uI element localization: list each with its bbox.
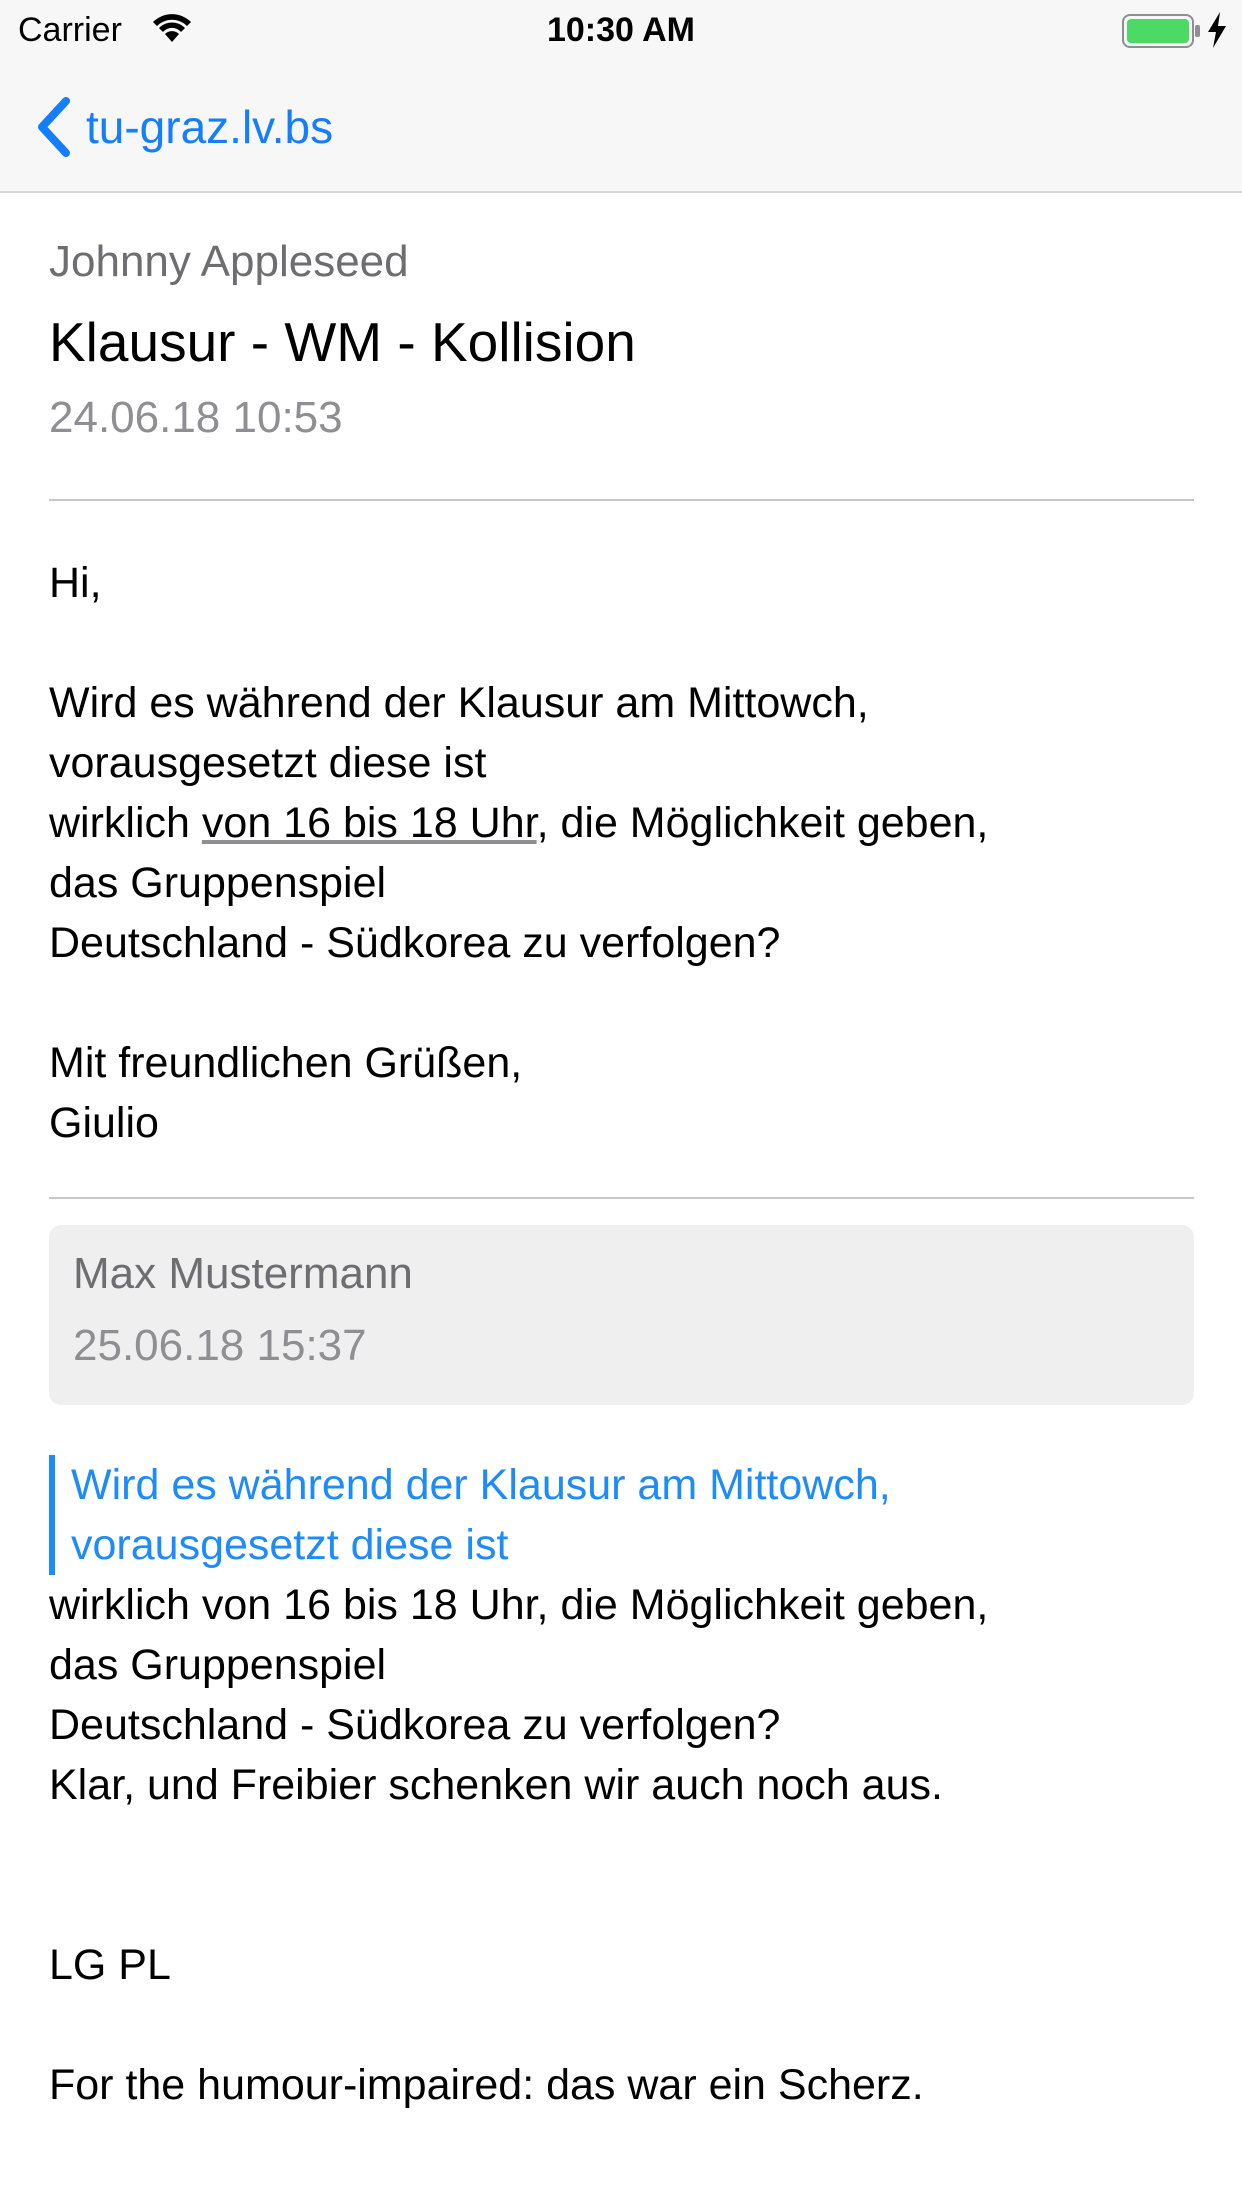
- body-line: Deutschland - Südkorea zu verfolgen?: [49, 919, 781, 967]
- reply-line: das Gruppenspiel: [49, 1641, 387, 1689]
- battery-icon: [1122, 14, 1200, 48]
- message-subject: Klausur - WM - Kollision: [49, 311, 636, 373]
- body-text-span: , die Möglichkeit geben,: [536, 799, 989, 847]
- reply-signoff: LG PL: [49, 1941, 171, 1989]
- quote-line: Wird es während der Klausur am Mittowch,: [71, 1461, 891, 1509]
- back-button[interactable]: tu-graz.lv.bs: [34, 92, 333, 162]
- reply-author: Max Mustermann: [73, 1249, 413, 1298]
- quote-line: vorausgesetzt diese ist: [71, 1521, 509, 1569]
- divider: [49, 499, 1194, 501]
- time-link[interactable]: von 16 bis 18 Uhr: [202, 799, 537, 847]
- reply-body: wirklich von 16 bis 18 Uhr, die Möglichk…: [49, 1575, 1194, 2115]
- reply-line: Deutschland - Südkorea zu verfolgen?: [49, 1701, 781, 1749]
- body-signature: Giulio: [49, 1099, 159, 1147]
- reply-footnote: For the humour-impaired: das war ein Sch…: [49, 2061, 924, 2109]
- back-button-label: tu-graz.lv.bs: [86, 101, 334, 153]
- body-text-span: wirklich: [49, 799, 202, 847]
- navigation-bar: tu-graz.lv.bs: [0, 60, 1242, 193]
- body-line: Wird es während der Klausur am Mittowch,: [49, 679, 869, 727]
- body-line: das Gruppenspiel: [49, 859, 387, 907]
- reply-line: Klar, und Freibier schenken wir auch noc…: [49, 1761, 943, 1809]
- body-closing: Mit freundlichen Grüßen,: [49, 1039, 523, 1087]
- reply-line: wirklich von 16 bis 18 Uhr, die Möglichk…: [49, 1581, 989, 1629]
- charging-bolt-icon: [1208, 12, 1226, 48]
- chevron-left-icon: [38, 97, 70, 157]
- reply-date: 25.06.18 15:37: [73, 1321, 367, 1370]
- message-body: Hi, Wird es während der Klausur am Mitto…: [49, 553, 1194, 1153]
- body-line: wirklich von 16 bis 18 Uhr, die Möglichk…: [49, 793, 1194, 853]
- status-time: 10:30 AM: [546, 11, 696, 49]
- status-bar: Carrier 10:30 AM: [0, 0, 1242, 60]
- body-line: vorausgesetzt diese ist: [49, 739, 487, 787]
- reply-header-card: Max Mustermann 25.06.18 15:37: [49, 1225, 1194, 1405]
- quoted-text-block: Wird es während der Klausur am Mittowch,…: [49, 1455, 1216, 1575]
- message-author: Johnny Appleseed: [49, 237, 409, 286]
- divider: [49, 1197, 1194, 1199]
- message-date: 24.06.18 10:53: [49, 393, 343, 442]
- body-greeting: Hi,: [49, 559, 102, 607]
